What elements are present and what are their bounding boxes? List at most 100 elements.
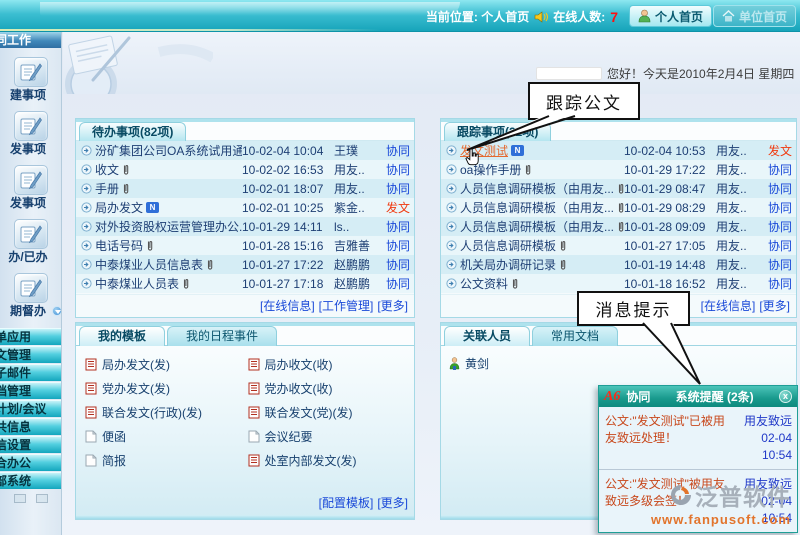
personal-home-button[interactable]: 个人首页 [629, 5, 712, 27]
template-item[interactable]: 党办收文(收) [248, 381, 411, 395]
item-title-link[interactable]: 人员信息调研模板 [460, 237, 556, 254]
item-title-link[interactable]: 手册 [95, 180, 119, 197]
sidebar-menu-单应用[interactable]: 单应用 [0, 328, 61, 345]
alert-sender-link[interactable]: 用友致远 [744, 414, 792, 428]
item-action-link[interactable]: 协同 [386, 239, 410, 253]
item-action-link[interactable]: 协同 [386, 277, 410, 291]
item-action-link[interactable]: 协同 [768, 239, 792, 253]
template-item[interactable]: 会议纪要 [248, 429, 411, 443]
item-date: 10-01-27 17:22 [242, 258, 334, 272]
item-action-link[interactable]: 协同 [386, 258, 410, 272]
sidebar-item-3[interactable]: 发事项 [0, 165, 61, 210]
scroll-indicator-icon[interactable] [52, 306, 62, 316]
item-action-link[interactable]: 协同 [386, 144, 410, 158]
item-title-link[interactable]: 对外投资股权运营管理办公... [95, 218, 242, 235]
item-action-link[interactable]: 协同 [768, 182, 792, 196]
sidebar-menu-计划/会议[interactable]: 计划/会议 [0, 400, 61, 417]
item-action-link[interactable]: 协同 [768, 163, 792, 177]
sidebar-menu-部系统[interactable]: 部系统 [0, 472, 61, 489]
system-alert-popup: A6 协同 系统提醒 (2条) x 公文:"发文测试"已被用友致远处理！用友致远… [598, 385, 798, 533]
tab-关联人员[interactable]: 关联人员 [444, 326, 530, 346]
sidebar-menu-合办公[interactable]: 合办公 [0, 454, 61, 471]
footer-link[interactable]: [配置模板] [319, 496, 374, 510]
template-panel: 我的模板我的日程事件 局办发文(发)局办收文(收)党办发文(发)党办收文(收)联… [75, 322, 415, 520]
sidebar-item-2[interactable]: 发事项 [0, 111, 61, 156]
item-bullet-icon [446, 240, 457, 251]
item-action-link[interactable]: 协同 [768, 277, 792, 291]
item-title-link[interactable]: 人员信息调研模板（由用友... [460, 199, 614, 216]
item-date: 10-01-27 17:18 [242, 277, 334, 291]
track-panel: 跟踪事项(22项) 发文测试N10-02-04 10:53用友..发文oa操作手… [440, 118, 797, 318]
item-title-link[interactable]: 人员信息调研模板（由用友... [460, 218, 614, 235]
footer-link[interactable]: [在线信息] [701, 299, 756, 313]
related-person-item[interactable]: 黄剑 [441, 346, 796, 372]
item-title-link[interactable]: 电话号码 [95, 237, 143, 254]
item-bullet-icon [446, 202, 457, 213]
todo-panel: 待办事项(82项) 汾矿集团公司OA系统试用通知10-02-04 10:04王璞… [75, 118, 415, 318]
item-action-link[interactable]: 协同 [768, 201, 792, 215]
template-item[interactable]: 局办收文(收) [248, 357, 411, 371]
hand-cursor-icon [465, 148, 480, 171]
tab-我的模板[interactable]: 我的模板 [79, 326, 165, 346]
item-action-link[interactable]: 协同 [386, 182, 410, 196]
item-title-link[interactable]: 公文资料 [460, 275, 508, 292]
item-title-link[interactable]: 收文 [95, 161, 119, 178]
template-item[interactable]: 联合发文(党)(发) [248, 405, 411, 419]
item-action-link[interactable]: 发文 [386, 201, 410, 215]
row-title-cell: 对外投资股权运营管理办公... [81, 218, 242, 235]
template-item[interactable]: 党办发文(发) [85, 381, 248, 395]
item-sender: 王璞 [334, 142, 380, 159]
sidebar-menu-文管理[interactable]: 文管理 [0, 346, 61, 363]
item-action-link[interactable]: 协同 [768, 258, 792, 272]
greeting-text: 您好！今天是2010年2月4日 星期四 [607, 65, 794, 82]
row-title-cell: 手册 [81, 180, 242, 197]
sidebar-menu-子邮件[interactable]: 子邮件 [0, 364, 61, 381]
item-title-link[interactable]: 中泰煤业人员表 [95, 275, 179, 292]
item-date: 10-01-29 14:11 [242, 220, 334, 234]
item-title-link[interactable]: 汾矿集团公司OA系统试用通知 [95, 142, 242, 159]
table-row: 人员信息调研模板（由用友...10-01-29 08:29用友..协同 [441, 198, 796, 217]
sidebar-item-5[interactable]: 期督办 [0, 273, 61, 318]
item-action-link[interactable]: 协同 [768, 220, 792, 234]
home-icon [722, 10, 735, 23]
sidebar-item-4[interactable]: 办/已办 [0, 219, 61, 264]
item-sender: 赵鹏鹏 [334, 256, 380, 273]
sidebar-item-label: 办/已办 [0, 251, 61, 264]
sidebar-menu-信设置[interactable]: 信设置 [0, 436, 61, 453]
a6-logo: A6 [604, 389, 620, 405]
sidebar-item-1[interactable]: 建事项 [0, 57, 61, 102]
item-title-link[interactable]: 中泰煤业人员信息表 [95, 256, 203, 273]
template-panel-footer: [配置模板][更多] [76, 492, 414, 515]
item-title-link[interactable]: 机关局办调研记录 [460, 256, 556, 273]
item-action-link[interactable]: 协同 [386, 163, 410, 177]
footer-link[interactable]: [在线信息] [260, 299, 315, 313]
template-item[interactable]: 局办发文(发) [85, 357, 248, 371]
doc-lined-icon [85, 382, 97, 395]
footer-link[interactable]: [工作管理] [319, 299, 374, 313]
item-title-link[interactable]: 局办发文 [95, 199, 143, 216]
template-item-label: 局办收文(收) [265, 356, 333, 373]
template-item[interactable]: 处室内部发文(发) [248, 453, 411, 467]
footer-link[interactable]: [更多] [377, 496, 408, 510]
row-title-cell: 电话号码 [81, 237, 242, 254]
item-date: 10-02-02 16:53 [242, 163, 334, 177]
sidebar-menu-档管理[interactable]: 档管理 [0, 382, 61, 399]
footer-link[interactable]: [更多] [759, 299, 790, 313]
sidebar-header-collaboration[interactable]: 同工作 [0, 32, 61, 48]
sidebar-menu-共信息[interactable]: 共信息 [0, 418, 61, 435]
sidebar-menu-label: 信设置 [0, 437, 31, 453]
sidebar-item-label: 建事项 [0, 89, 61, 102]
footer-link[interactable]: [更多] [377, 299, 408, 313]
sidebar-menu-label: 部系统 [0, 473, 31, 489]
item-sender: 用友.. [716, 199, 762, 216]
item-action-link[interactable]: 发文 [768, 144, 792, 158]
tab-常用文档[interactable]: 常用文档 [532, 326, 618, 346]
unit-home-button[interactable]: 单位首页 [713, 5, 796, 27]
item-action-link[interactable]: 协同 [386, 220, 410, 234]
template-item[interactable]: 简报 [85, 453, 248, 467]
template-item[interactable]: 联合发文(行政)(发) [85, 405, 248, 419]
close-icon[interactable]: x [779, 390, 792, 403]
template-item[interactable]: 便函 [85, 429, 248, 443]
tab-我的日程事件[interactable]: 我的日程事件 [167, 326, 277, 346]
item-title-link[interactable]: 人员信息调研模板（由用友... [460, 180, 614, 197]
